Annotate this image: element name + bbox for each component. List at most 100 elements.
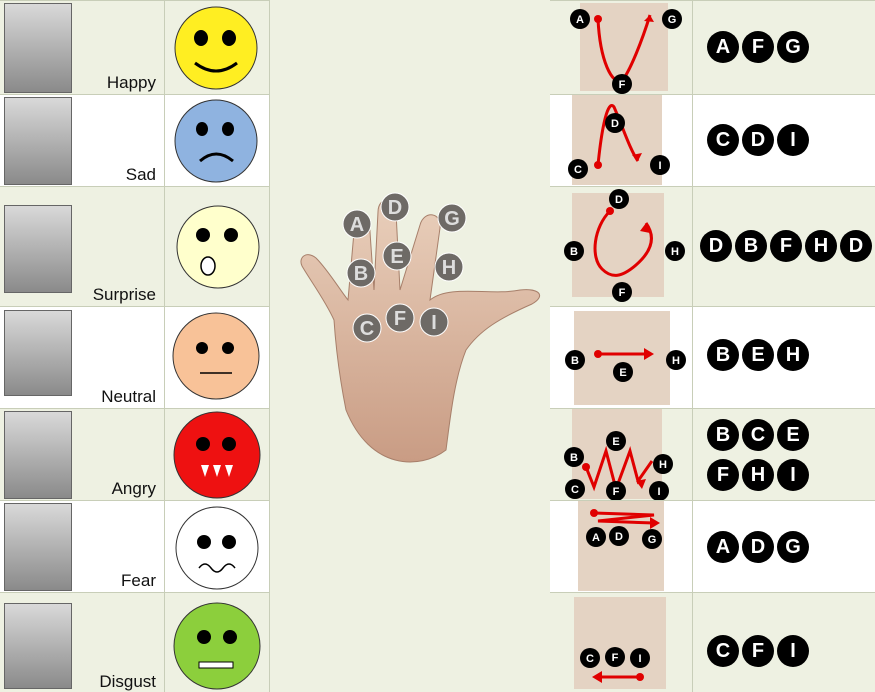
sequence-letter: A bbox=[707, 531, 739, 563]
svg-text:G: G bbox=[668, 14, 677, 26]
svg-text:C: C bbox=[574, 164, 582, 176]
emotion-label: Neutral bbox=[101, 387, 156, 406]
svg-text:D: D bbox=[615, 194, 623, 206]
svg-text:F: F bbox=[613, 486, 620, 498]
sequence-letter: I bbox=[777, 124, 809, 156]
sequence-letter: F bbox=[707, 459, 739, 491]
face-photo bbox=[4, 205, 72, 293]
gesture-cell: B C E F H I bbox=[550, 409, 693, 501]
gesture-cell: A D G bbox=[550, 501, 693, 593]
disgust-face-icon bbox=[173, 602, 261, 690]
happy-face-icon bbox=[174, 6, 258, 90]
sequence-letter: D bbox=[840, 230, 872, 262]
neutral-face-icon bbox=[172, 312, 260, 400]
face-photo bbox=[4, 503, 72, 591]
face-photo bbox=[4, 603, 72, 689]
svg-text:D: D bbox=[615, 531, 623, 543]
face-photo bbox=[4, 411, 72, 499]
photo-cell: Sad bbox=[0, 95, 165, 187]
svg-text:I: I bbox=[638, 653, 641, 665]
svg-text:G: G bbox=[444, 208, 460, 230]
gesture-cell: C D I bbox=[550, 95, 693, 187]
svg-text:G: G bbox=[648, 534, 657, 546]
sequence: F H I bbox=[707, 459, 809, 491]
gesture-diagram: A F G bbox=[570, 3, 682, 94]
emotion-label: Disgust bbox=[99, 672, 156, 691]
sequence-cell: B C E F H I bbox=[693, 409, 875, 501]
svg-text:E: E bbox=[612, 436, 619, 448]
photo-cell: Disgust bbox=[0, 593, 165, 692]
svg-text:H: H bbox=[672, 355, 680, 367]
angry-face-icon bbox=[173, 411, 261, 499]
sequence: A D G bbox=[707, 531, 809, 563]
emotion-label: Fear bbox=[121, 571, 156, 590]
hand-illustration: A B C D E F G H I bbox=[300, 192, 541, 463]
gesture-cell: D B F H bbox=[550, 187, 693, 307]
photo-cell: Angry bbox=[0, 409, 165, 501]
gesture-cell: A F G bbox=[550, 1, 693, 95]
sequence-letter: H bbox=[777, 339, 809, 371]
sequence: B C E bbox=[707, 419, 809, 451]
sequence-letter: I bbox=[777, 635, 809, 667]
svg-text:F: F bbox=[394, 308, 406, 330]
photo-cell: Fear bbox=[0, 501, 165, 593]
emoticon-cell bbox=[165, 187, 270, 307]
svg-text:B: B bbox=[571, 355, 579, 367]
svg-text:E: E bbox=[619, 367, 626, 379]
sequence-letter: C bbox=[707, 635, 739, 667]
svg-text:B: B bbox=[570, 452, 578, 464]
sequence-letter: G bbox=[777, 31, 809, 63]
sequence-letter: B bbox=[735, 230, 767, 262]
svg-text:C: C bbox=[360, 318, 374, 340]
face-photo bbox=[4, 97, 72, 185]
gesture-diagram: D B F H bbox=[564, 189, 685, 302]
sad-face-icon bbox=[174, 99, 258, 183]
gesture-diagram: B C E F H I bbox=[564, 409, 673, 501]
emoticon-cell bbox=[165, 95, 270, 187]
gesture-diagram: C F I bbox=[574, 597, 666, 689]
photo-cell: Surprise bbox=[0, 187, 165, 307]
sequence-letter: B bbox=[707, 339, 739, 371]
sequence: B E H bbox=[707, 339, 809, 371]
gesture-cell: C F I bbox=[550, 593, 693, 692]
sequence: C D I bbox=[707, 124, 809, 156]
emoticon-cell bbox=[165, 307, 270, 409]
sequence-cell: C D I bbox=[693, 95, 875, 187]
sequence-letter: B bbox=[707, 419, 739, 451]
svg-text:A: A bbox=[592, 532, 600, 544]
svg-text:B: B bbox=[354, 263, 368, 285]
face-photo bbox=[4, 3, 72, 93]
hand-points: A B C D E F G H I bbox=[342, 192, 467, 343]
sequence-letter: E bbox=[777, 419, 809, 451]
gesture-diagram: C D I bbox=[568, 95, 670, 185]
sequence-cell: B E H bbox=[693, 307, 875, 409]
sequence-letter: H bbox=[805, 230, 837, 262]
sequence-letter: G bbox=[777, 531, 809, 563]
svg-text:D: D bbox=[611, 118, 619, 130]
svg-text:H: H bbox=[671, 246, 679, 258]
gesture-diagram: B E H bbox=[565, 311, 686, 405]
gesture-cell: B E H bbox=[550, 307, 693, 409]
sequence-cell: C F I bbox=[693, 593, 875, 692]
photo-cell: Neutral bbox=[0, 307, 165, 409]
gesture-diagram: A D G bbox=[578, 501, 664, 591]
emoticon-cell bbox=[165, 409, 270, 501]
svg-text:I: I bbox=[431, 312, 437, 334]
svg-text:C: C bbox=[586, 653, 594, 665]
svg-text:E: E bbox=[390, 246, 403, 268]
svg-text:A: A bbox=[350, 214, 364, 236]
emotion-label: Angry bbox=[111, 479, 156, 498]
hand-panel: A B C D E F G H I bbox=[270, 0, 550, 691]
sequence-letter: D bbox=[700, 230, 732, 262]
svg-text:F: F bbox=[612, 652, 619, 664]
svg-text:D: D bbox=[388, 197, 402, 219]
sequence-letter: F bbox=[742, 635, 774, 667]
sequence-cell: A D G bbox=[693, 501, 875, 593]
emotion-label: Surprise bbox=[92, 285, 156, 304]
svg-text:I: I bbox=[657, 486, 660, 498]
sequence-letter: F bbox=[770, 230, 802, 262]
svg-text:I: I bbox=[658, 160, 661, 172]
face-photo bbox=[4, 310, 72, 396]
emoticon-cell bbox=[165, 1, 270, 95]
emotion-label: Happy bbox=[106, 73, 156, 92]
